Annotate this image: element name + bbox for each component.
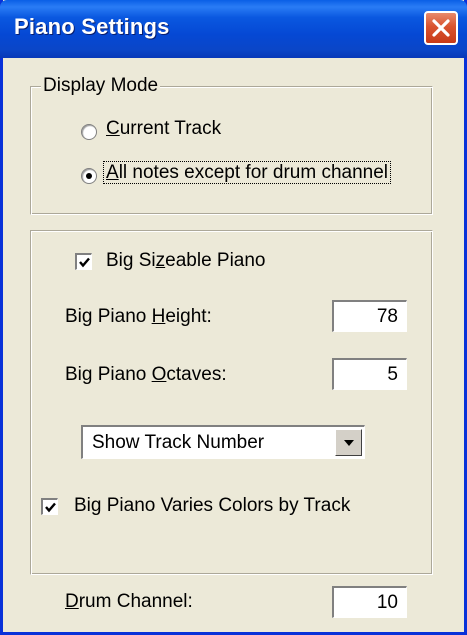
checkmark-icon xyxy=(79,257,90,268)
display-mode-legend: Display Mode xyxy=(41,75,161,97)
big-piano-octaves-label: Big Piano Octaves: xyxy=(65,364,227,385)
dropdown-arrow-button[interactable] xyxy=(335,429,362,456)
big-piano-height-input[interactable]: 78 xyxy=(332,300,407,332)
varies-colors-checkbox[interactable] xyxy=(41,498,58,515)
varies-colors-label[interactable]: Big Piano Varies Colors by Track xyxy=(74,495,350,517)
big-sizeable-piano-label[interactable]: Big Sizeable Piano xyxy=(106,250,266,272)
close-icon xyxy=(432,19,450,37)
radio-current-track-label[interactable]: Current Track xyxy=(106,118,221,140)
piano-settings-window: Piano Settings Display Mode Current Trac… xyxy=(0,0,467,635)
display-mode-group xyxy=(30,86,433,215)
drum-channel-label: Drum Channel: xyxy=(65,591,193,612)
big-piano-height-label: Big Piano Height: xyxy=(65,306,212,327)
drum-channel-input[interactable]: 10 xyxy=(332,586,407,618)
checkmark-icon xyxy=(45,502,56,513)
radio-current-track[interactable] xyxy=(81,124,97,140)
track-display-selected: Show Track Number xyxy=(92,432,265,453)
radio-selected-dot xyxy=(86,173,92,179)
window-title: Piano Settings xyxy=(14,14,170,39)
big-piano-group xyxy=(30,230,433,575)
chevron-down-icon xyxy=(344,440,354,446)
radio-all-notes-label[interactable]: All notes except for drum channel xyxy=(103,161,391,184)
radio-all-notes[interactable] xyxy=(81,168,97,184)
big-piano-octaves-input[interactable]: 5 xyxy=(332,358,407,390)
big-sizeable-piano-checkbox[interactable] xyxy=(75,253,92,270)
title-bar[interactable]: Piano Settings xyxy=(0,0,467,58)
close-button[interactable] xyxy=(424,11,458,45)
track-display-dropdown[interactable]: Show Track Number xyxy=(81,425,365,459)
